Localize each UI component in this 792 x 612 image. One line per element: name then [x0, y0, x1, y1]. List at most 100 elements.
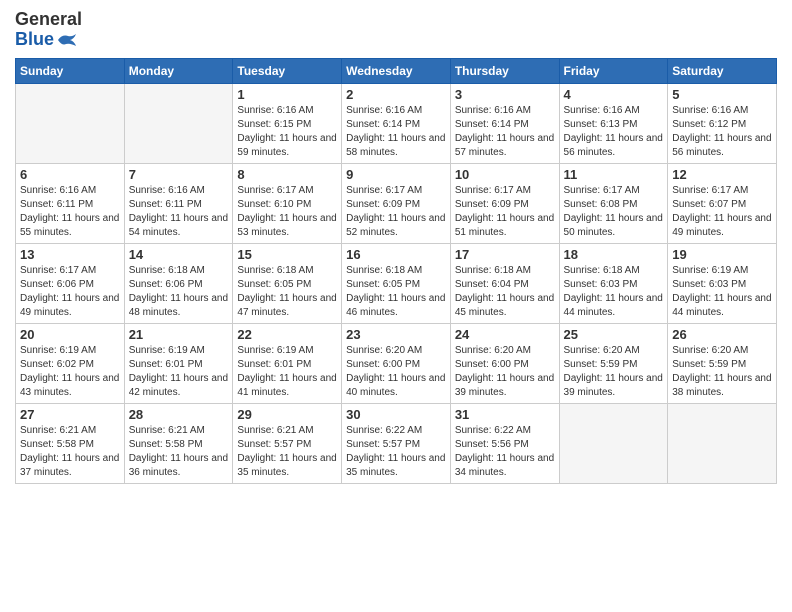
calendar-cell: 30 Sunrise: 6:22 AMSunset: 5:57 PMDayligh…: [342, 403, 451, 483]
calendar-cell: 1 Sunrise: 6:16 AMSunset: 6:15 PMDaylight…: [233, 83, 342, 163]
day-number: 11: [564, 167, 664, 182]
week-row-2: 6 Sunrise: 6:16 AMSunset: 6:11 PMDaylight…: [16, 163, 777, 243]
calendar-cell: 29 Sunrise: 6:21 AMSunset: 5:57 PMDayligh…: [233, 403, 342, 483]
logo: General Blue: [15, 10, 82, 50]
week-row-4: 20 Sunrise: 6:19 AMSunset: 6:02 PMDayligh…: [16, 323, 777, 403]
calendar-cell: 28 Sunrise: 6:21 AMSunset: 5:58 PMDayligh…: [124, 403, 233, 483]
day-number: 13: [20, 247, 120, 262]
calendar-header-row: SundayMondayTuesdayWednesdayThursdayFrid…: [16, 58, 777, 83]
day-number: 17: [455, 247, 555, 262]
week-row-5: 27 Sunrise: 6:21 AMSunset: 5:58 PMDayligh…: [16, 403, 777, 483]
day-info: Sunrise: 6:22 AMSunset: 5:57 PMDaylight:…: [346, 424, 446, 480]
day-info: Sunrise: 6:18 AMSunset: 6:06 PMDaylight:…: [129, 264, 229, 320]
calendar-cell: 10Sunrise: 6:17 AMSunset: 6:09 PMDayligh…: [450, 163, 559, 243]
day-info: Sunrise: 6:17 AMSunset: 6:08 PMDaylight:…: [564, 184, 664, 240]
day-info: Sunrise: 6:16 AMSunset: 6:11 PMDaylight:…: [129, 184, 229, 240]
day-number: 4: [564, 87, 664, 102]
logo-general-text: General: [15, 10, 82, 30]
header-day-saturday: Saturday: [668, 58, 777, 83]
calendar-cell: 22 Sunrise: 6:19 AMSunset: 6:01 PMDayligh…: [233, 323, 342, 403]
calendar-cell: [668, 403, 777, 483]
day-info: Sunrise: 6:18 AMSunset: 6:05 PMDaylight:…: [346, 264, 446, 320]
day-info: Sunrise: 6:19 AMSunset: 6:01 PMDaylight:…: [129, 344, 229, 400]
calendar-cell: 2Sunrise: 6:16 AMSunset: 6:14 PMDaylight…: [342, 83, 451, 163]
day-info: Sunrise: 6:17 AMSunset: 6:09 PMDaylight:…: [346, 184, 446, 240]
header-day-thursday: Thursday: [450, 58, 559, 83]
day-number: 12: [672, 167, 772, 182]
day-info: Sunrise: 6:21 AMSunset: 5:57 PMDaylight:…: [237, 424, 337, 480]
day-number: 5: [672, 87, 772, 102]
calendar-cell: 4Sunrise: 6:16 AMSunset: 6:13 PMDaylight…: [559, 83, 668, 163]
day-number: 8: [237, 167, 337, 182]
header-day-monday: Monday: [124, 58, 233, 83]
day-number: 9: [346, 167, 446, 182]
calendar-cell: 16Sunrise: 6:18 AMSunset: 6:05 PMDayligh…: [342, 243, 451, 323]
day-number: 10: [455, 167, 555, 182]
week-row-1: 1 Sunrise: 6:16 AMSunset: 6:15 PMDaylight…: [16, 83, 777, 163]
day-number: 7: [129, 167, 229, 182]
day-info: Sunrise: 6:22 AMSunset: 5:56 PMDaylight:…: [455, 424, 555, 480]
logo-blue-text: Blue: [15, 30, 54, 50]
day-info: Sunrise: 6:19 AMSunset: 6:01 PMDaylight:…: [237, 344, 337, 400]
calendar-cell: 24 Sunrise: 6:20 AMSunset: 6:00 PMDayligh…: [450, 323, 559, 403]
calendar-cell: 26Sunrise: 6:20 AMSunset: 5:59 PMDayligh…: [668, 323, 777, 403]
calendar-cell: 12Sunrise: 6:17 AMSunset: 6:07 PMDayligh…: [668, 163, 777, 243]
calendar-cell: 23 Sunrise: 6:20 AMSunset: 6:00 PMDayligh…: [342, 323, 451, 403]
day-info: Sunrise: 6:19 AMSunset: 6:03 PMDaylight:…: [672, 264, 772, 320]
day-number: 1: [237, 87, 337, 102]
day-info: Sunrise: 6:20 AMSunset: 6:00 PMDaylight:…: [346, 344, 446, 400]
week-row-3: 13Sunrise: 6:17 AMSunset: 6:06 PMDayligh…: [16, 243, 777, 323]
day-number: 28: [129, 407, 229, 422]
day-number: 15: [237, 247, 337, 262]
day-number: 19: [672, 247, 772, 262]
day-number: 29: [237, 407, 337, 422]
day-number: 20: [20, 327, 120, 342]
day-info: Sunrise: 6:18 AMSunset: 6:03 PMDaylight:…: [564, 264, 664, 320]
header-day-sunday: Sunday: [16, 58, 125, 83]
calendar-cell: 18 Sunrise: 6:18 AMSunset: 6:03 PMDayligh…: [559, 243, 668, 323]
day-number: 22: [237, 327, 337, 342]
calendar-cell: 9 Sunrise: 6:17 AMSunset: 6:09 PMDaylight…: [342, 163, 451, 243]
day-number: 21: [129, 327, 229, 342]
calendar-cell: [16, 83, 125, 163]
day-number: 31: [455, 407, 555, 422]
day-number: 6: [20, 167, 120, 182]
calendar-cell: 13Sunrise: 6:17 AMSunset: 6:06 PMDayligh…: [16, 243, 125, 323]
day-info: Sunrise: 6:16 AMSunset: 6:12 PMDaylight:…: [672, 104, 772, 160]
header-day-wednesday: Wednesday: [342, 58, 451, 83]
day-number: 18: [564, 247, 664, 262]
day-info: Sunrise: 6:16 AMSunset: 6:11 PMDaylight:…: [20, 184, 120, 240]
calendar-cell: 5 Sunrise: 6:16 AMSunset: 6:12 PMDaylight…: [668, 83, 777, 163]
day-info: Sunrise: 6:20 AMSunset: 5:59 PMDaylight:…: [564, 344, 664, 400]
calendar-cell: 8 Sunrise: 6:17 AMSunset: 6:10 PMDaylight…: [233, 163, 342, 243]
calendar-cell: [559, 403, 668, 483]
day-info: Sunrise: 6:18 AMSunset: 6:05 PMDaylight:…: [237, 264, 337, 320]
day-number: 30: [346, 407, 446, 422]
day-number: 23: [346, 327, 446, 342]
day-info: Sunrise: 6:20 AMSunset: 6:00 PMDaylight:…: [455, 344, 555, 400]
calendar-cell: 20 Sunrise: 6:19 AMSunset: 6:02 PMDayligh…: [16, 323, 125, 403]
day-number: 24: [455, 327, 555, 342]
header-day-friday: Friday: [559, 58, 668, 83]
calendar-cell: 17Sunrise: 6:18 AMSunset: 6:04 PMDayligh…: [450, 243, 559, 323]
calendar-cell: 3Sunrise: 6:16 AMSunset: 6:14 PMDaylight…: [450, 83, 559, 163]
calendar-cell: 7 Sunrise: 6:16 AMSunset: 6:11 PMDaylight…: [124, 163, 233, 243]
day-info: Sunrise: 6:16 AMSunset: 6:15 PMDaylight:…: [237, 104, 337, 160]
header-day-tuesday: Tuesday: [233, 58, 342, 83]
calendar-cell: 11 Sunrise: 6:17 AMSunset: 6:08 PMDayligh…: [559, 163, 668, 243]
calendar-cell: 27Sunrise: 6:21 AMSunset: 5:58 PMDayligh…: [16, 403, 125, 483]
day-info: Sunrise: 6:19 AMSunset: 6:02 PMDaylight:…: [20, 344, 120, 400]
day-info: Sunrise: 6:20 AMSunset: 5:59 PMDaylight:…: [672, 344, 772, 400]
calendar-cell: 14Sunrise: 6:18 AMSunset: 6:06 PMDayligh…: [124, 243, 233, 323]
day-number: 25: [564, 327, 664, 342]
logo-bird-icon: [56, 32, 78, 48]
day-number: 27: [20, 407, 120, 422]
day-number: 2: [346, 87, 446, 102]
day-info: Sunrise: 6:21 AMSunset: 5:58 PMDaylight:…: [129, 424, 229, 480]
day-info: Sunrise: 6:17 AMSunset: 6:10 PMDaylight:…: [237, 184, 337, 240]
page-header: General Blue: [15, 10, 777, 50]
calendar-cell: [124, 83, 233, 163]
calendar-cell: 15 Sunrise: 6:18 AMSunset: 6:05 PMDayligh…: [233, 243, 342, 323]
calendar-cell: 25 Sunrise: 6:20 AMSunset: 5:59 PMDayligh…: [559, 323, 668, 403]
calendar-cell: 21 Sunrise: 6:19 AMSunset: 6:01 PMDayligh…: [124, 323, 233, 403]
